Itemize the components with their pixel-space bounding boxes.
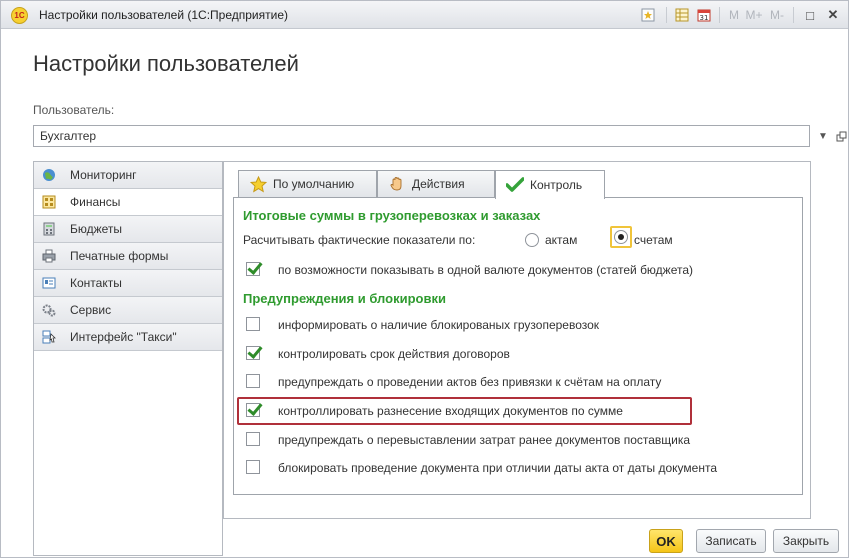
single-currency-checkbox[interactable] — [246, 262, 260, 276]
save-button[interactable]: Записать — [696, 529, 766, 553]
memory-plus-button[interactable]: M+ — [744, 5, 764, 25]
single-currency-label[interactable]: по возможности показывать в одной валюте… — [278, 263, 693, 277]
sidebar-item-budgets[interactable]: Бюджеты — [34, 216, 222, 243]
radio-acts-label[interactable]: актам — [545, 233, 577, 247]
option-label[interactable]: блокировать проведение документа при отл… — [278, 461, 717, 475]
contact-card-icon — [42, 276, 56, 290]
sidebar-item-monitoring[interactable]: Мониторинг — [34, 162, 222, 189]
tab-label: Действия — [412, 177, 465, 191]
window-title: Настройки пользователей (1С:Предприятие) — [39, 8, 288, 22]
globe-icon — [42, 168, 56, 182]
user-label: Пользователь: — [33, 103, 115, 117]
sidebar-item-label: Контакты — [70, 276, 122, 290]
gears-icon — [42, 303, 56, 317]
open-icon[interactable] — [831, 125, 849, 147]
acts-without-invoice-checkbox[interactable] — [246, 374, 260, 388]
cost-rebilling-checkbox[interactable] — [246, 432, 260, 446]
close-icon[interactable]: ✕ — [824, 5, 842, 25]
tab-label: По умолчанию — [273, 177, 355, 191]
dropdown-arrow-icon[interactable]: ▼ — [813, 125, 833, 147]
settings-sidebar: Мониторинг Финансы Бюджеты Печатные форм… — [33, 161, 223, 556]
sidebar-item-print-forms[interactable]: Печатные формы — [34, 243, 222, 270]
close-button[interactable]: Закрыть — [773, 529, 839, 553]
contract-term-checkbox[interactable] — [246, 346, 260, 360]
title-bar: 1С Настройки пользователей (1С:Предприят… — [1, 1, 848, 29]
block-posting-date-checkbox[interactable] — [246, 460, 260, 474]
radio-acts[interactable] — [525, 233, 539, 247]
sidebar-item-taxi-interface[interactable]: Интерфейс "Такси" — [34, 324, 222, 351]
radio-invoices[interactable] — [614, 230, 628, 244]
sidebar-item-label: Печатные формы — [70, 249, 169, 263]
radio-invoices-label[interactable]: счетам — [634, 233, 673, 247]
tab-label: Контроль — [530, 178, 583, 192]
table-icon[interactable] — [673, 5, 691, 25]
star-icon — [249, 175, 267, 193]
memory-minus-button[interactable]: M- — [767, 5, 787, 25]
svg-text:31: 31 — [700, 14, 709, 22]
printer-icon — [42, 249, 56, 263]
tab-control[interactable]: Контроль — [495, 170, 605, 199]
favorites-icon[interactable] — [639, 5, 657, 25]
user-field[interactable]: Бухгалтер — [33, 125, 810, 147]
settings-window: 1С Настройки пользователей (1С:Предприят… — [0, 0, 849, 558]
ok-button[interactable]: OK — [649, 529, 683, 553]
tab-defaults[interactable]: По умолчанию — [238, 170, 377, 197]
sidebar-item-label: Сервис — [70, 303, 112, 317]
interface-icon — [42, 330, 56, 344]
option-label[interactable]: информировать о наличие блокированых гру… — [278, 318, 599, 332]
section-totals-title: Итоговые суммы в грузоперевозках и заказ… — [243, 208, 541, 223]
calculator-icon — [42, 222, 56, 236]
tab-actions[interactable]: Действия — [377, 170, 495, 197]
calc-label: Расчитывать фактические показатели по: — [243, 233, 476, 247]
option-label[interactable]: предупреждать о перевыставлении затрат р… — [278, 433, 690, 447]
sidebar-item-label: Интерфейс "Такси" — [70, 330, 177, 344]
finance-icon — [42, 195, 56, 209]
restore-icon[interactable]: □ — [801, 5, 819, 25]
check-icon — [506, 176, 524, 194]
option-label[interactable]: контроллировать разнесение входящих доку… — [278, 404, 623, 418]
sidebar-item-label: Мониторинг — [70, 168, 137, 182]
blocked-shipments-checkbox[interactable] — [246, 317, 260, 331]
page-title: Настройки пользователей — [33, 51, 299, 76]
memory-button[interactable]: M — [727, 5, 741, 25]
calendar-icon[interactable]: 31 — [695, 5, 713, 25]
1c-logo-icon[interactable]: 1С — [11, 7, 28, 24]
hand-icon — [388, 175, 406, 193]
option-label[interactable]: контролировать срок действия договоров — [278, 347, 510, 361]
sidebar-item-contacts[interactable]: Контакты — [34, 270, 222, 297]
sidebar-item-finance[interactable]: Финансы — [34, 189, 222, 216]
incoming-docs-amount-checkbox[interactable] — [246, 403, 260, 417]
section-warnings-title: Предупреждения и блокировки — [243, 291, 446, 306]
sidebar-item-label: Финансы — [70, 195, 121, 209]
option-label[interactable]: предупреждать о проведении актов без при… — [278, 375, 661, 389]
sidebar-item-label: Бюджеты — [70, 222, 123, 236]
sidebar-item-service[interactable]: Сервис — [34, 297, 222, 324]
